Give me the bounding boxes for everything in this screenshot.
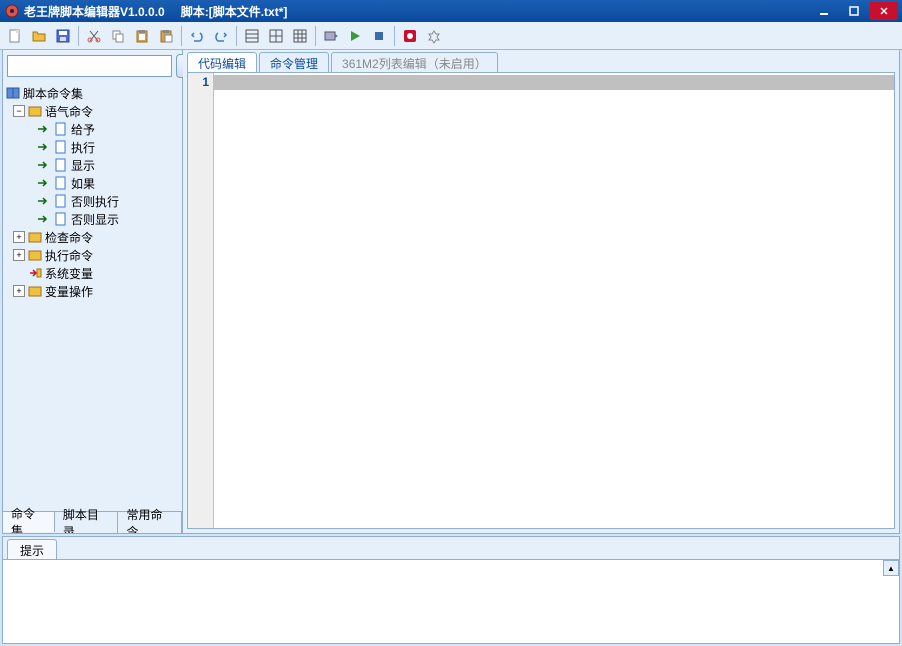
main-area: 查询 脚本命令集 − 语气命令 给予 执行 显示 如果 否则执行 否则显示 +检… [2,50,900,534]
arrow-icon [35,175,51,191]
tree-node-exec[interactable]: +执行命令 [5,246,180,264]
maximize-button[interactable] [840,2,868,20]
command-tree[interactable]: 脚本命令集 − 语气命令 给予 执行 显示 如果 否则执行 否则显示 +检查命令… [3,82,182,511]
tree-item[interactable]: 执行 [5,138,180,156]
settings-icon[interactable] [423,25,445,47]
doc-icon [53,157,69,173]
stop-icon[interactable] [368,25,390,47]
grid1-icon[interactable] [241,25,263,47]
doc-icon [53,193,69,209]
arrow-icon [35,211,51,227]
tab-cmd-manage[interactable]: 命令管理 [259,52,329,72]
tab-361m2-list[interactable]: 361M2列表编辑（未启用） [331,52,498,72]
scroll-up-button[interactable]: ▲ [883,560,899,576]
var-icon [27,265,43,281]
code-area[interactable] [214,73,894,528]
doc-icon [53,175,69,191]
arrow-icon [35,121,51,137]
save-file-icon[interactable] [52,25,74,47]
code-editor[interactable]: 1 [187,72,895,529]
current-line-highlight [214,75,894,90]
doc-icon [53,211,69,227]
expand-icon[interactable]: + [13,231,25,243]
record-icon[interactable] [399,25,421,47]
paste-special-icon[interactable] [155,25,177,47]
doc-icon [53,139,69,155]
arrow-icon [35,193,51,209]
tree-node-varop[interactable]: +变量操作 [5,282,180,300]
undo-icon[interactable] [186,25,208,47]
expand-icon[interactable]: + [13,285,25,297]
tree-item[interactable]: 如果 [5,174,180,192]
search-input[interactable] [7,55,172,77]
script-title: 脚本:[脚本文件.txt*] [181,3,288,20]
toolbar [0,22,902,50]
line-number: 1 [188,75,209,89]
folder-icon [27,103,43,119]
tree-root[interactable]: 脚本命令集 [5,84,180,102]
hint-content: ▲ [3,559,899,643]
arrow-icon [35,157,51,173]
titlebar: 老王牌脚本编辑器V1.0.0.0 脚本:[脚本文件.txt*] [0,0,902,22]
new-file-icon[interactable] [4,25,26,47]
bottom-panel: 提示 ▲ [2,536,900,644]
tab-common-cmd[interactable]: 常用命令 [118,512,182,533]
minimize-button[interactable] [810,2,838,20]
tree-item[interactable]: 否则显示 [5,210,180,228]
run-icon[interactable] [320,25,342,47]
folder-icon [27,229,43,245]
tab-hint[interactable]: 提示 [7,539,57,559]
copy-icon[interactable] [107,25,129,47]
grid3-icon[interactable] [289,25,311,47]
line-gutter: 1 [188,73,214,528]
open-file-icon[interactable] [28,25,50,47]
book-icon [5,85,21,101]
tree-item[interactable]: 给予 [5,120,180,138]
expand-icon[interactable]: + [13,249,25,261]
play-icon[interactable] [344,25,366,47]
left-tabs: 命令集 脚本目录 常用命令 [3,511,182,533]
grid2-icon[interactable] [265,25,287,47]
tree-node-sysvar[interactable]: 系统变量 [5,264,180,282]
folder-icon [27,283,43,299]
paste-icon[interactable] [131,25,153,47]
tab-command-set[interactable]: 命令集 [3,511,55,532]
redo-icon[interactable] [210,25,232,47]
collapse-icon[interactable]: − [13,105,25,117]
doc-icon [53,121,69,137]
tab-code-edit[interactable]: 代码编辑 [187,52,257,72]
tab-script-dir[interactable]: 脚本目录 [55,512,119,533]
tree-group-tone[interactable]: − 语气命令 [5,102,180,120]
window-controls [810,2,898,20]
cut-icon[interactable] [83,25,105,47]
app-icon [4,3,20,19]
tree-item[interactable]: 否则执行 [5,192,180,210]
close-button[interactable] [870,2,898,20]
right-panel: 代码编辑 命令管理 361M2列表编辑（未启用） 1 [183,50,899,533]
folder-icon [27,247,43,263]
arrow-icon [35,139,51,155]
editor-tabs: 代码编辑 命令管理 361M2列表编辑（未启用） [183,50,899,72]
left-panel: 查询 脚本命令集 − 语气命令 给予 执行 显示 如果 否则执行 否则显示 +检… [3,50,183,533]
tree-item[interactable]: 显示 [5,156,180,174]
tree-node-check[interactable]: +检查命令 [5,228,180,246]
app-title: 老王牌脚本编辑器V1.0.0.0 [24,3,165,20]
